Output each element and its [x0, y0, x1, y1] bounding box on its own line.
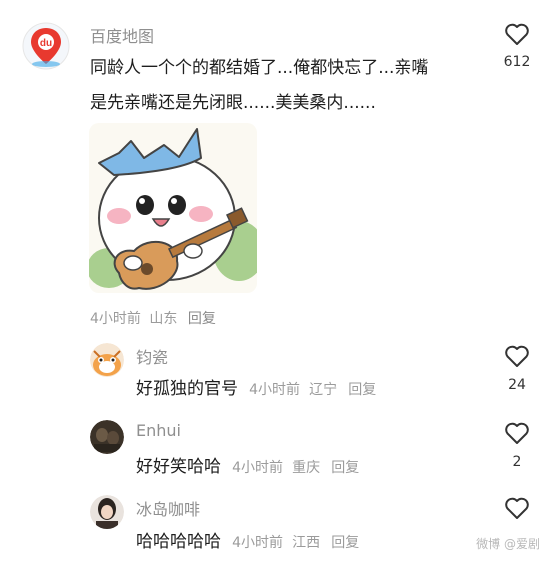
main-author-name[interactable]: 百度地图 — [90, 23, 154, 47]
main-comment-text-line2: 是先亲嘴还是先闭眼......美美桑内...... — [90, 93, 376, 113]
cartoon-cat-guitar-sticker — [89, 123, 257, 293]
reply-author-2[interactable]: Enhui — [136, 421, 181, 440]
cartoon-avatar-icon — [90, 343, 124, 377]
reply-like-button-1[interactable]: 24 — [497, 344, 537, 400]
reply-like-count-1: 24 — [508, 377, 526, 393]
reply-text-2: 好好笑哈哈 — [136, 457, 221, 477]
reply-like-count-2: 2 — [512, 454, 522, 470]
reply-location-2: 重庆 — [292, 460, 321, 476]
photo-avatar-icon — [90, 495, 124, 529]
reply-row-1: 好孤独的官号 4小时前 辽宁 回复 — [136, 374, 376, 399]
reply-row-3: 哈哈哈哈哈 4小时前 江西 回复 — [136, 527, 359, 552]
main-comment-location: 山东 — [149, 311, 178, 327]
reply-time-3: 4小时前 — [232, 535, 284, 551]
reply-avatar-3[interactable] — [90, 495, 124, 529]
main-comment-time: 4小时前 — [90, 311, 141, 327]
heart-icon — [505, 497, 529, 519]
reply-author-3[interactable]: 冰岛咖啡 — [136, 496, 200, 520]
reply-avatar-1[interactable] — [90, 343, 124, 377]
reply-button-2[interactable]: 回复 — [331, 460, 359, 476]
reply-time-1: 4小时前 — [249, 382, 301, 398]
reply-time-2: 4小时前 — [232, 460, 284, 476]
heart-icon — [505, 422, 529, 444]
reply-like-button-3[interactable] — [497, 496, 537, 524]
reply-button-3[interactable]: 回复 — [331, 535, 359, 551]
reply-row-2: 好好笑哈哈 4小时前 重庆 回复 — [136, 452, 359, 477]
reply-location-1: 辽宁 — [309, 382, 338, 398]
main-like-count: 612 — [503, 54, 531, 70]
reply-text-1: 好孤独的官号 — [136, 379, 238, 399]
reply-location-3: 江西 — [292, 535, 321, 551]
main-reply-button[interactable]: 回复 — [188, 311, 216, 327]
weibo-watermark: 微博 @爱剧 — [476, 537, 540, 551]
main-author-avatar[interactable]: du — [22, 22, 70, 70]
reply-text-3: 哈哈哈哈哈 — [136, 532, 221, 552]
main-comment-meta: 4小时前 山东 回复 — [90, 308, 216, 328]
reply-author-1[interactable]: 钧瓷 — [136, 344, 168, 368]
reply-button-1[interactable]: 回复 — [348, 382, 376, 398]
main-like-button[interactable]: 612 — [497, 22, 537, 80]
baidu-map-logo-icon: du — [22, 22, 70, 70]
comment-image[interactable] — [89, 123, 257, 293]
main-comment-text-line1: 同龄人一个个的都结婚了...俺都快忘了...亲嘴 — [90, 58, 429, 78]
heart-icon — [505, 345, 529, 367]
reply-avatar-2[interactable] — [90, 420, 124, 454]
reply-like-button-2[interactable]: 2 — [497, 421, 537, 477]
heart-icon — [505, 23, 529, 45]
baidu-logo-text: du — [40, 38, 52, 49]
photo-avatar-icon — [90, 420, 124, 454]
